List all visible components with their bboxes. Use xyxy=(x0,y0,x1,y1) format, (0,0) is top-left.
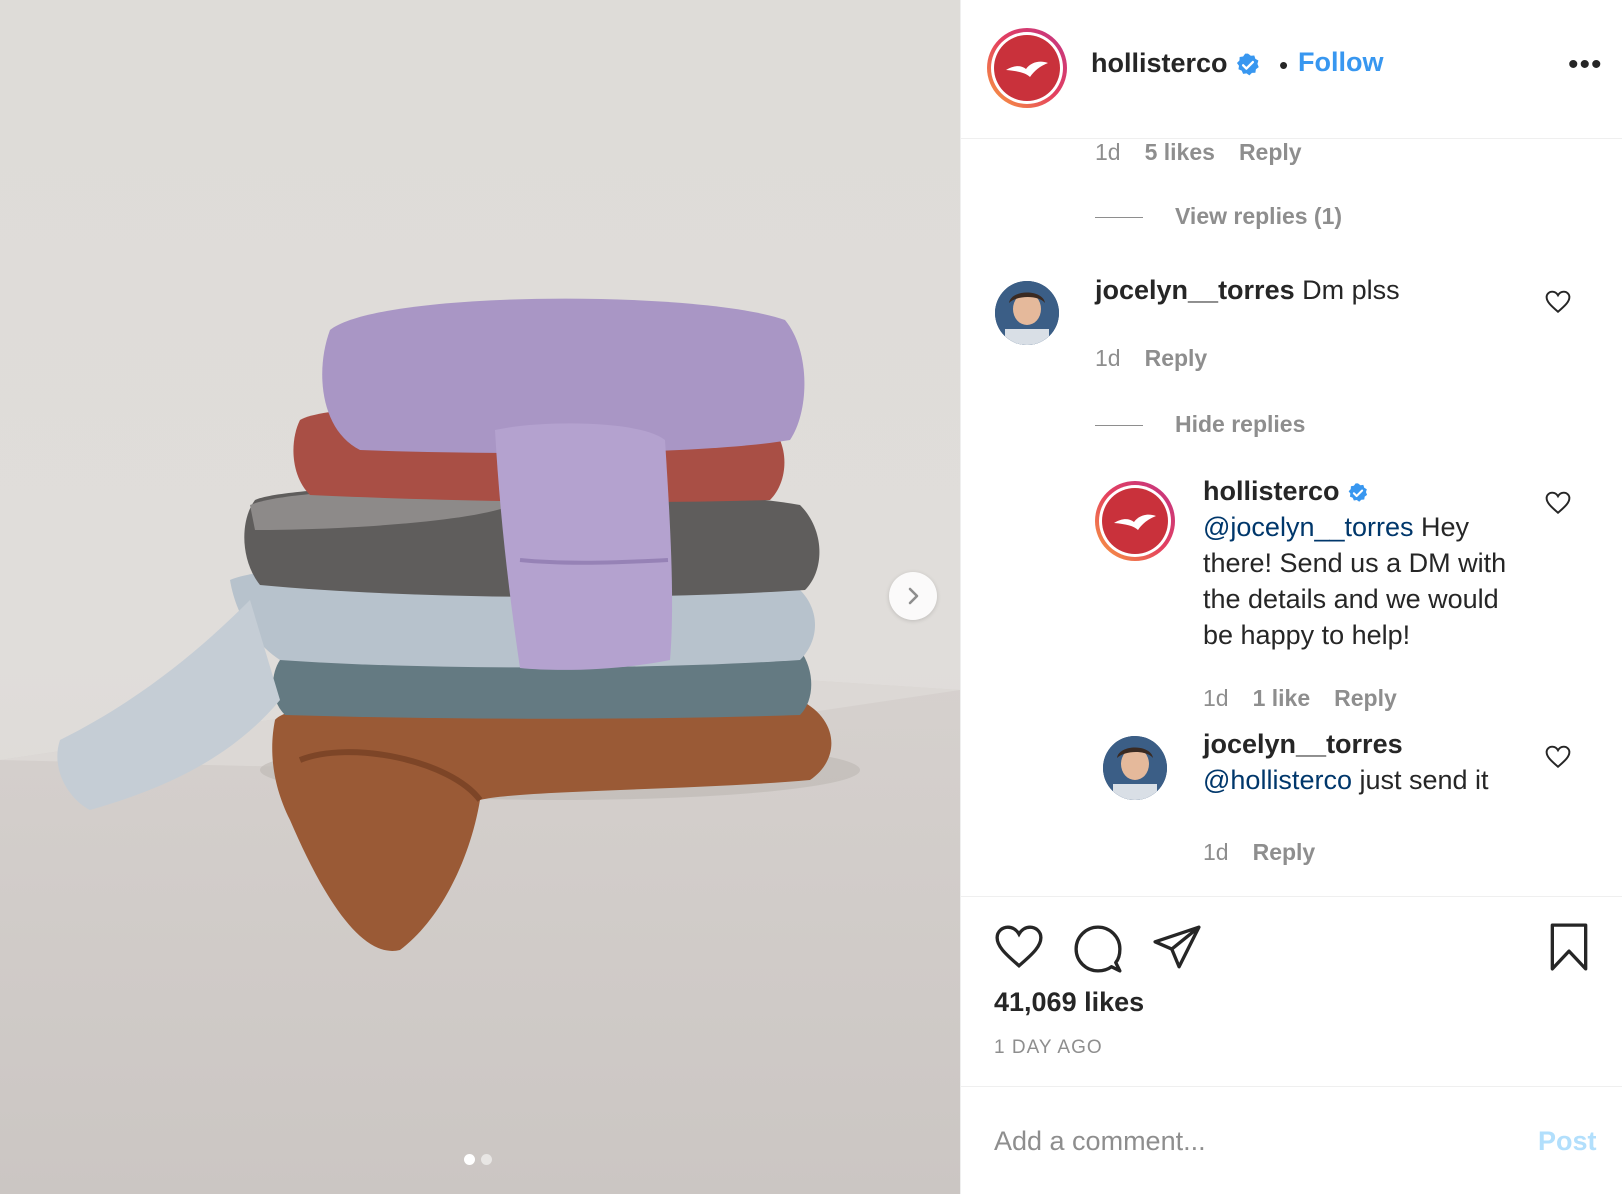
comment-icon[interactable] xyxy=(1073,924,1123,974)
divider-line xyxy=(1095,425,1143,427)
avatar-photo xyxy=(1103,736,1167,800)
author-username-text[interactable]: hollisterco xyxy=(1091,48,1228,78)
reply-body: jocelyn__torres @hollisterco just send i… xyxy=(1203,726,1563,798)
comment-like-heart-icon[interactable] xyxy=(1545,491,1571,515)
next-image-button[interactable] xyxy=(889,572,937,620)
likes-count[interactable]: 41,069 likes xyxy=(994,987,1144,1018)
reply-text: just send it xyxy=(1351,765,1489,795)
avatar-photo xyxy=(995,281,1059,345)
reply-text: be happy to help! xyxy=(1203,620,1411,650)
comment-like-heart-icon[interactable] xyxy=(1545,290,1571,314)
divider-line xyxy=(1095,217,1143,219)
reply-text: there! Send us a DM with xyxy=(1203,548,1507,578)
comment-meta: 1d 5 likes Reply xyxy=(1095,139,1326,166)
carousel-dot-active xyxy=(464,1154,475,1165)
commenter-username[interactable]: jocelyn__torres xyxy=(1095,275,1295,305)
seagull-logo-icon xyxy=(1114,514,1156,530)
comment-likes-button[interactable]: 1 like xyxy=(1253,685,1311,711)
comment-meta: 1d Reply xyxy=(1095,345,1231,372)
reply-meta: 1d Reply xyxy=(1203,839,1339,866)
view-replies-label[interactable]: View replies (1) xyxy=(1175,203,1342,229)
comment-time: 1d xyxy=(1095,345,1121,371)
paper-plane-icon[interactable] xyxy=(1152,924,1202,970)
commenter-avatar[interactable] xyxy=(995,281,1059,345)
comment-text: Dm plss xyxy=(1302,275,1400,305)
reply-button[interactable]: Reply xyxy=(1334,685,1397,711)
comment-likes-button[interactable]: 5 likes xyxy=(1145,139,1215,165)
follow-button[interactable]: Follow xyxy=(1298,47,1383,78)
chevron-right-icon xyxy=(908,587,919,605)
comment-input[interactable] xyxy=(994,1121,1494,1161)
bookmark-icon[interactable] xyxy=(1548,922,1590,972)
view-replies-button[interactable]: View replies (1) xyxy=(1095,203,1342,230)
comment-time: 1d xyxy=(1203,839,1229,865)
header-separator: • xyxy=(1279,50,1289,80)
comment-composer: Post xyxy=(961,1086,1622,1194)
post-actions: 41,069 likes 1 DAY AGO xyxy=(961,896,1622,1086)
reply-username[interactable]: hollisterco xyxy=(1203,476,1340,506)
reply-author-avatar[interactable] xyxy=(1103,736,1167,800)
comment-time: 1d xyxy=(1095,139,1121,165)
reply-text: the details and we would xyxy=(1203,584,1499,614)
sweater-stack-image xyxy=(0,298,960,1194)
verified-badge-icon xyxy=(1236,53,1259,76)
post-timestamp: 1 DAY AGO xyxy=(994,1037,1103,1058)
author-username[interactable]: hollisterco xyxy=(1091,48,1261,79)
reply-text: Hey xyxy=(1413,512,1470,542)
author-avatar[interactable] xyxy=(987,28,1067,108)
comment-like-heart-icon[interactable] xyxy=(1545,745,1571,769)
post-comment-button[interactable]: Post xyxy=(1538,1126,1597,1157)
hide-replies-button[interactable]: Hide replies xyxy=(1095,411,1305,438)
mention-link[interactable]: @hollisterco xyxy=(1203,765,1352,795)
reply-button[interactable]: Reply xyxy=(1145,345,1208,371)
reply-button[interactable]: Reply xyxy=(1239,139,1302,165)
post-details-panel: hollisterco • Follow ••• 1d 5 likes Reply … xyxy=(960,0,1622,1194)
reply-username[interactable]: jocelyn__torres xyxy=(1203,729,1403,759)
comments-list[interactable]: 1d 5 likes Reply View replies (1) jocelyn_… xyxy=(961,139,1622,896)
reply-button[interactable]: Reply xyxy=(1253,839,1316,865)
more-options-icon[interactable]: ••• xyxy=(1568,50,1603,80)
hide-replies-label[interactable]: Hide replies xyxy=(1175,411,1305,437)
reply-author-avatar[interactable] xyxy=(1095,481,1175,561)
verified-badge-icon xyxy=(1348,483,1368,502)
mention-link[interactable]: @jocelyn__torres xyxy=(1203,512,1414,542)
post-header: hollisterco • Follow ••• xyxy=(961,0,1622,139)
carousel-dot xyxy=(481,1154,492,1165)
post-photo xyxy=(0,0,960,1194)
carousel-indicator xyxy=(464,1154,492,1165)
reply-meta: 1d 1 like Reply xyxy=(1203,685,1421,712)
seagull-logo-icon xyxy=(1006,61,1048,77)
comment-body: jocelyn__torres Dm plss xyxy=(1095,272,1400,308)
heart-icon[interactable] xyxy=(994,924,1044,970)
comment-time: 1d xyxy=(1203,685,1229,711)
reply-body: hollisterco @jocelyn__torres Hey there! … xyxy=(1203,473,1563,653)
